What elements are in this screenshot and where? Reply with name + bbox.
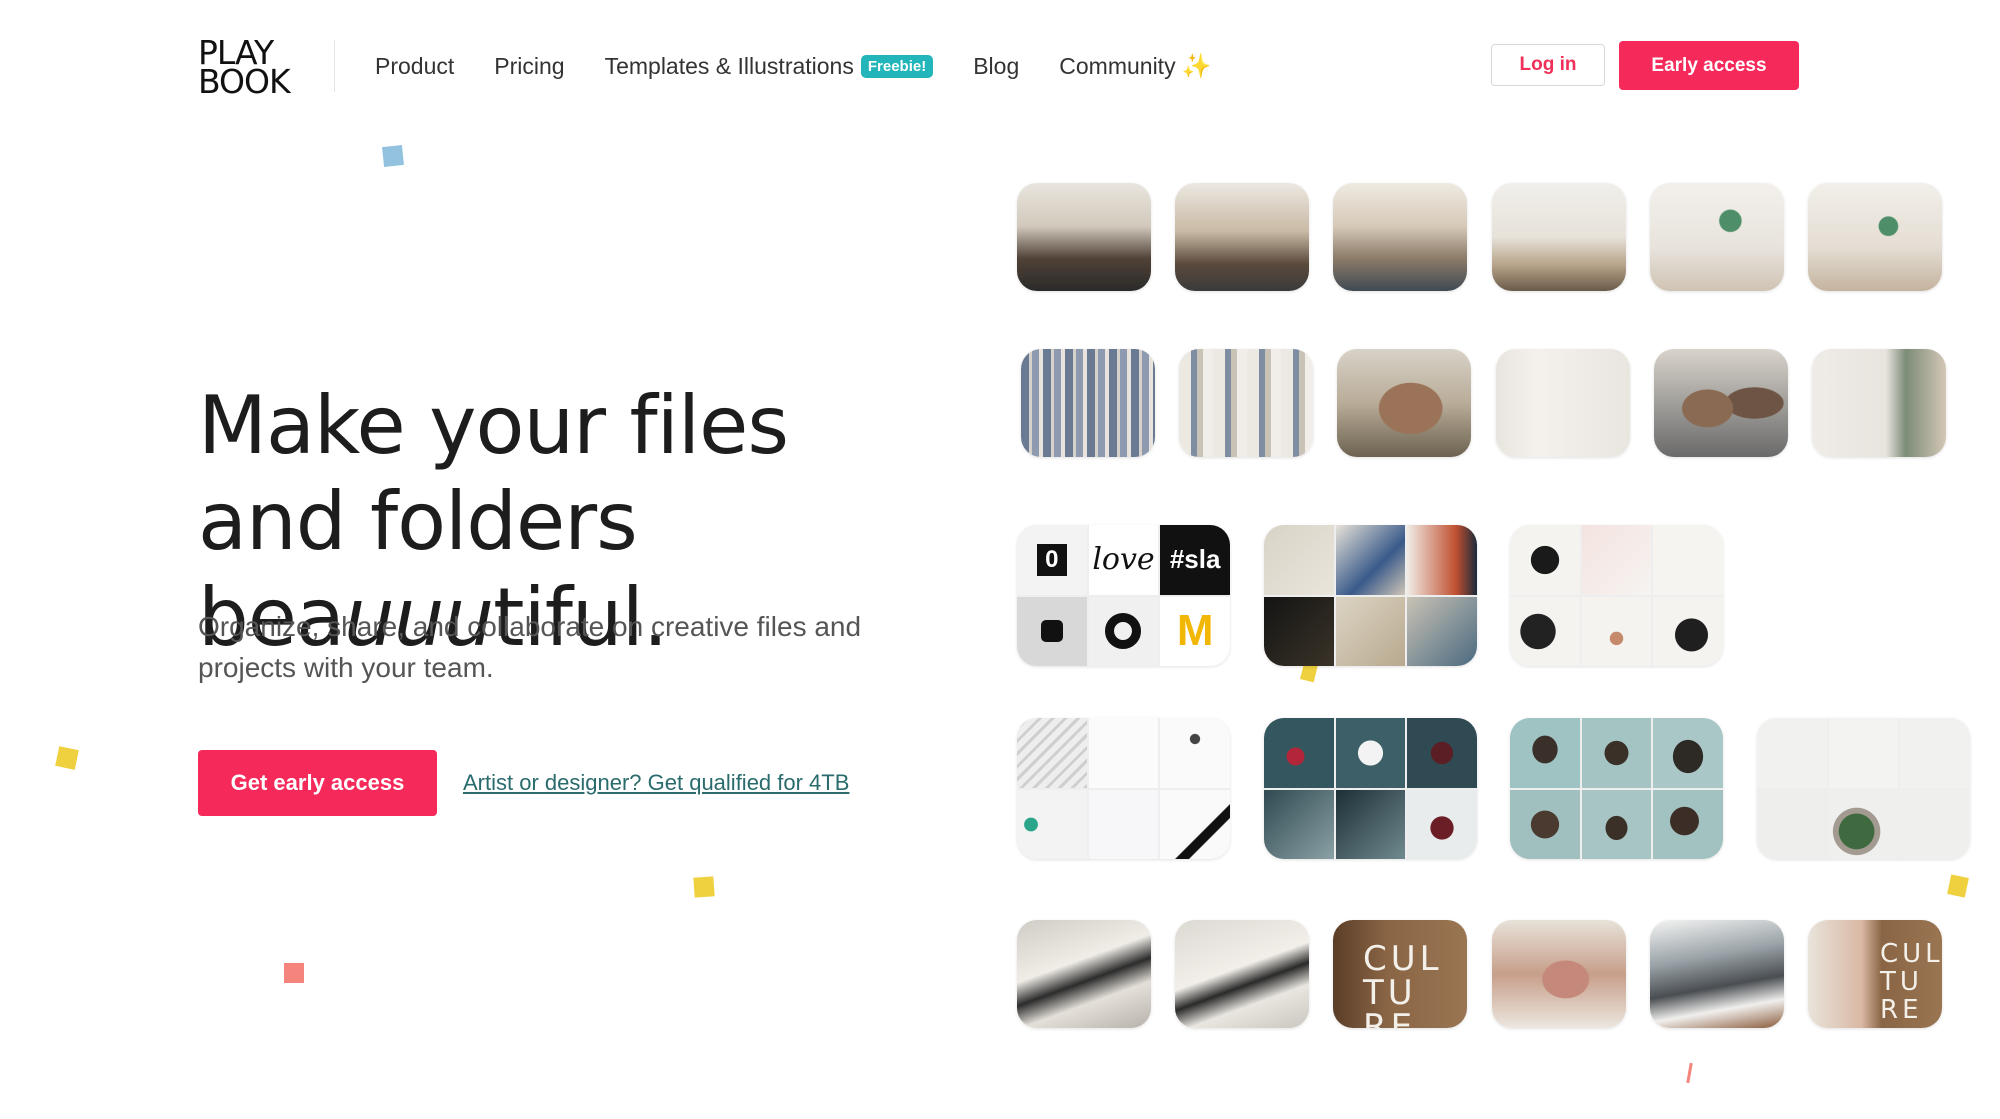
logo-collage-tile[interactable]: 0 love #sla M [1017, 525, 1230, 666]
main-nav: Product Pricing Templates & Illustration… [375, 52, 1251, 81]
nav-community-label: Community [1059, 53, 1176, 79]
tile-m-text: M [1176, 606, 1214, 656]
tile-zero-text: 0 [1037, 543, 1067, 576]
plant-collage-tile[interactable] [1757, 718, 1970, 859]
photo-tile[interactable] [1654, 349, 1788, 457]
photo-tile[interactable] [1337, 349, 1471, 457]
culture-text-2: CUL TU RE [1880, 939, 1942, 1025]
photo-tile[interactable] [1650, 183, 1784, 291]
culture-book-tile[interactable]: CUL TU RE [1808, 920, 1942, 1028]
photo-tile[interactable] [1808, 183, 1942, 291]
hero-subtitle: Organize, share, and collaborate on crea… [198, 611, 862, 683]
confetti-red [284, 963, 304, 983]
circle-logo-icon [1105, 613, 1142, 650]
photo-tile[interactable] [1179, 349, 1313, 457]
header-divider [334, 40, 335, 92]
nav-pricing[interactable]: Pricing [494, 53, 564, 80]
sparkle-icon: ✨ [1181, 53, 1212, 80]
artist-qualify-link[interactable]: Artist or designer? Get qualified for 4T… [463, 770, 849, 796]
confetti-yellow [693, 876, 715, 898]
photo-tile[interactable] [1496, 349, 1630, 457]
apple-icon [1040, 620, 1063, 643]
confetti-yellow [1947, 874, 1969, 898]
tile-love-text: love [1092, 542, 1155, 578]
login-button[interactable]: Log in [1491, 44, 1605, 86]
nav-community[interactable]: Community ✨ [1059, 52, 1211, 81]
photo-tile[interactable] [1492, 183, 1626, 291]
confetti-yellow [55, 746, 79, 770]
get-early-access-button[interactable]: Get early access [198, 750, 437, 816]
photo-tile[interactable] [1175, 920, 1309, 1028]
confetti-blue [382, 145, 404, 167]
logo-line-2: BOOK [198, 62, 291, 101]
photo-tile[interactable] [1017, 920, 1151, 1028]
freebie-badge: Freebie! [860, 55, 934, 78]
photo-tile[interactable] [1021, 349, 1155, 457]
nav-templates-label: Templates & Illustrations [604, 53, 854, 79]
photo-tile[interactable] [1492, 920, 1626, 1028]
culture-book-tile[interactable]: CUL TU RE [1333, 920, 1467, 1028]
photo-tile[interactable] [1333, 183, 1467, 291]
confetti-red [1686, 1062, 1693, 1084]
photo-tile[interactable] [1650, 920, 1784, 1028]
desk-collage-tile[interactable] [1017, 718, 1230, 859]
nav-templates[interactable]: Templates & Illustrations Freebie! [605, 53, 934, 80]
photo-tile[interactable] [1812, 349, 1946, 457]
tile-slack-text: #sla [1169, 544, 1221, 575]
notebook-collage-tile[interactable] [1510, 525, 1723, 666]
early-access-button[interactable]: Early access [1619, 41, 1799, 90]
culture-text: CUL TU RE [1363, 939, 1443, 1028]
photo-tile[interactable] [1017, 183, 1151, 291]
nav-blog[interactable]: Blog [973, 53, 1019, 80]
tea-collage-tile[interactable] [1264, 718, 1477, 859]
playbook-logo[interactable]: PLAY BOOK [198, 36, 291, 101]
photo-tile[interactable] [1175, 183, 1309, 291]
book-collage-tile[interactable] [1264, 525, 1477, 666]
portrait-collage-tile[interactable] [1510, 718, 1723, 859]
nav-product[interactable]: Product [375, 53, 454, 80]
